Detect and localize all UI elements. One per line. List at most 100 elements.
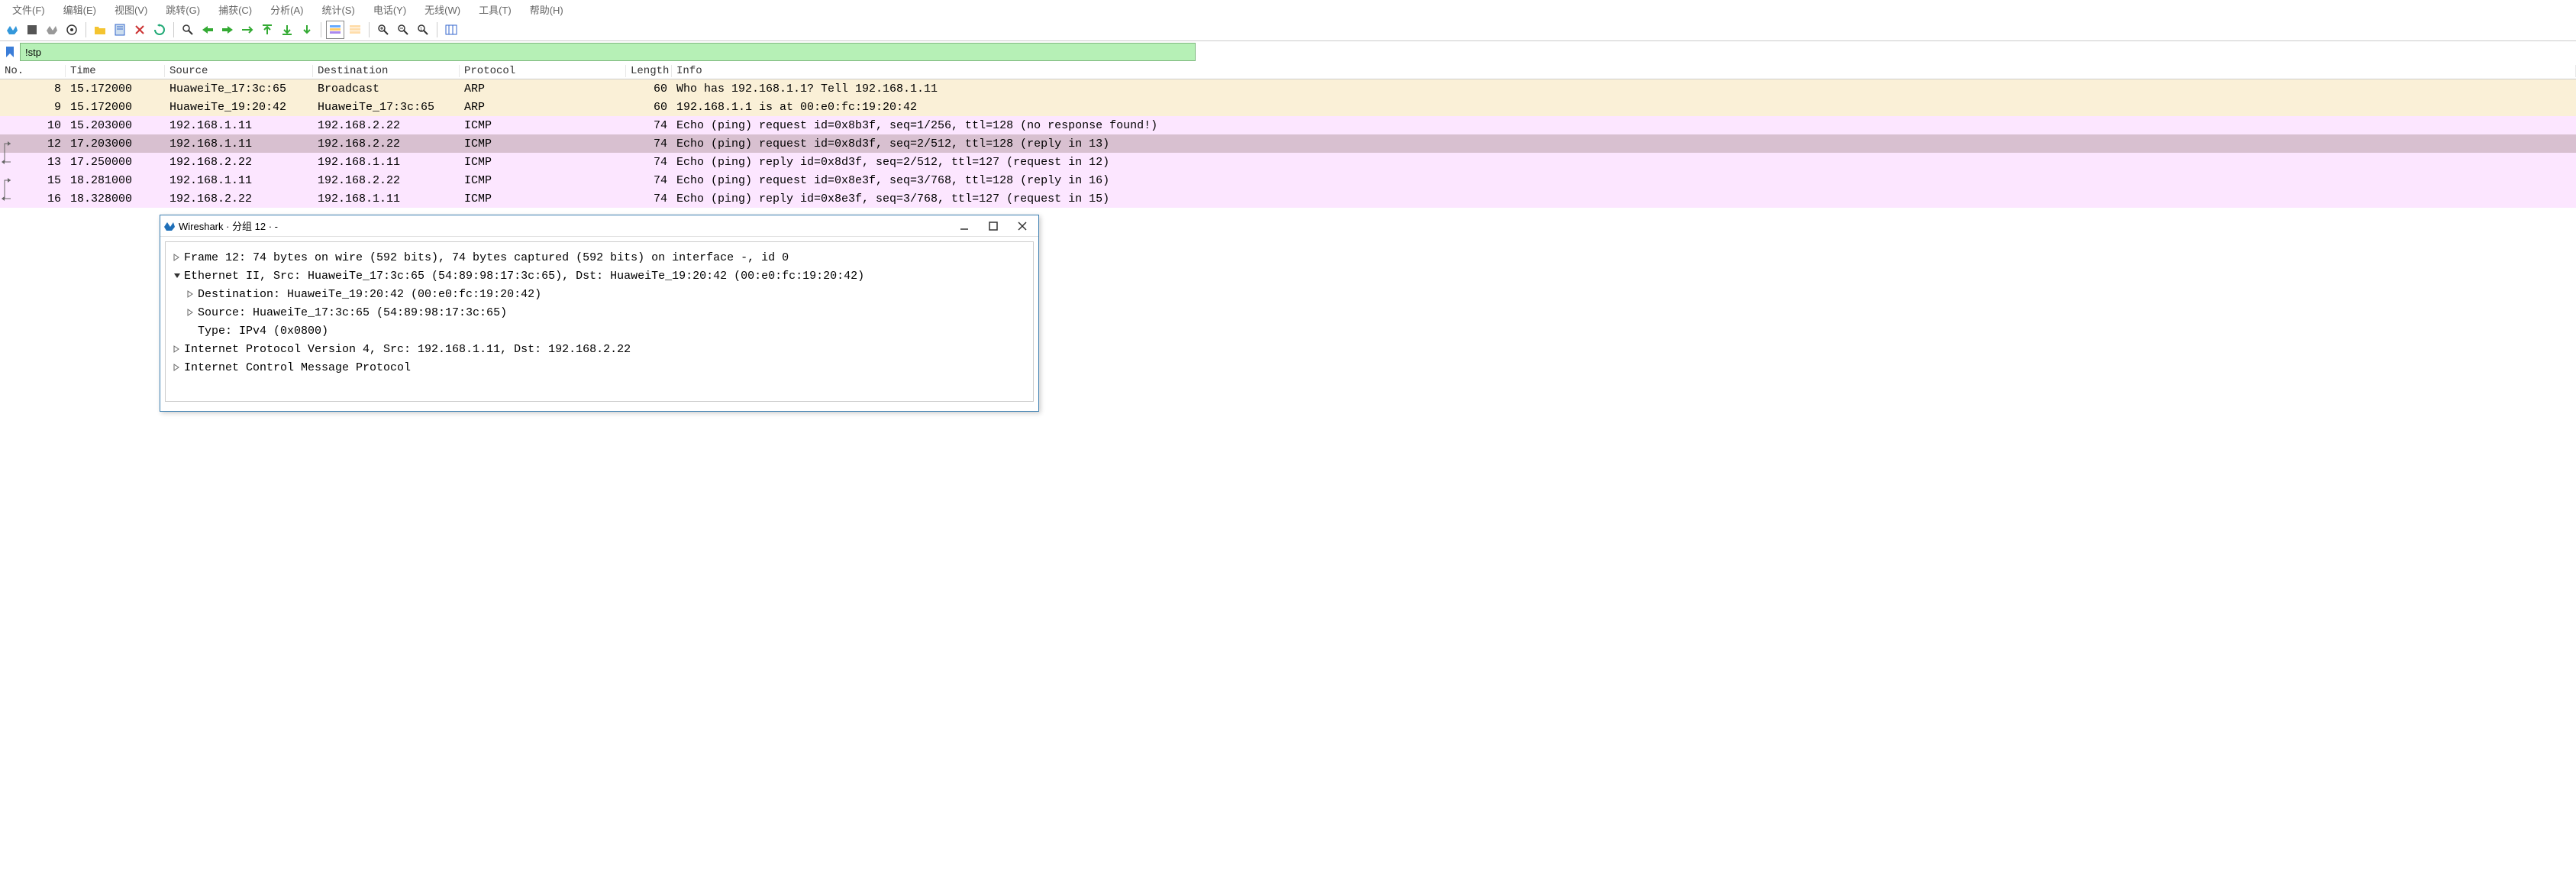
column-header-destination[interactable]: Destination	[313, 65, 460, 77]
menu-capture[interactable]: 捕获(C)	[211, 1, 260, 18]
menu-telephony[interactable]: 电话(Y)	[366, 1, 414, 18]
go-last-icon[interactable]	[278, 21, 296, 39]
no-arrow	[187, 326, 198, 335]
go-back-icon[interactable]	[199, 21, 217, 39]
packet-row[interactable]: 915.172000HuaweiTe_19:20:42HuaweiTe_17:3…	[0, 98, 2576, 116]
column-header-no[interactable]: No.	[0, 65, 66, 77]
cell-info: 192.168.1.1 is at 00:e0:fc:19:20:42	[672, 101, 2576, 114]
tree-item[interactable]: Internet Control Message Protocol	[169, 358, 1030, 377]
related-packet-icon	[0, 134, 17, 153]
tree-item[interactable]: Frame 12: 74 bytes on wire (592 bits), 7…	[169, 248, 1030, 267]
packet-row[interactable]: 1618.328000192.168.2.22192.168.1.11ICMP7…	[0, 189, 2576, 208]
menu-tools[interactable]: 工具(T)	[471, 1, 519, 18]
tree-item[interactable]: Internet Protocol Version 4, Src: 192.16…	[169, 340, 1030, 358]
cell-length: 74	[626, 119, 672, 132]
packet-row[interactable]: 1217.203000192.168.1.11192.168.2.22ICMP7…	[0, 134, 2576, 153]
tree-item[interactable]: Type: IPv4 (0x0800)	[169, 322, 1030, 340]
cell-protocol: ICMP	[460, 119, 626, 132]
menu-wireless[interactable]: 无线(W)	[417, 1, 468, 18]
colorize-icon[interactable]	[326, 21, 344, 39]
zoom-in-icon[interactable]	[374, 21, 392, 39]
expand-right-icon[interactable]	[173, 254, 184, 261]
cell-protocol: ICMP	[460, 174, 626, 187]
main-toolbar: 1	[0, 18, 2576, 41]
tree-item[interactable]: Ethernet II, Src: HuaweiTe_17:3c:65 (54:…	[169, 267, 1030, 285]
display-filter-input[interactable]	[20, 43, 1196, 61]
column-header-protocol[interactable]: Protocol	[460, 65, 626, 77]
cell-source: 192.168.1.11	[165, 137, 313, 150]
filter-bookmark-icon[interactable]	[3, 45, 17, 59]
restart-capture-icon[interactable]	[43, 21, 61, 39]
cell-protocol: ICMP	[460, 192, 626, 205]
cell-info: Echo (ping) reply id=0x8e3f, seq=3/768, …	[672, 192, 2576, 205]
related-packet-icon	[0, 79, 17, 98]
cell-source: HuaweiTe_17:3c:65	[165, 82, 313, 95]
auto-scroll-icon[interactable]	[298, 21, 316, 39]
cell-time: 15.172000	[66, 82, 165, 95]
cell-time: 17.250000	[66, 156, 165, 169]
save-file-icon[interactable]	[111, 21, 129, 39]
packet-details-titlebar[interactable]: Wireshark · 分组 12 · -	[160, 215, 1038, 237]
menu-analyze[interactable]: 分析(A)	[263, 1, 311, 18]
cell-length: 60	[626, 101, 672, 114]
column-header-time[interactable]: Time	[66, 65, 165, 77]
cell-source: 192.168.2.22	[165, 156, 313, 169]
minimize-button[interactable]	[953, 218, 976, 234]
cell-time: 15.203000	[66, 119, 165, 132]
cell-time: 15.172000	[66, 101, 165, 114]
packet-row[interactable]: 1015.203000192.168.1.11192.168.2.22ICMP7…	[0, 116, 2576, 134]
related-packet-icon	[0, 116, 17, 134]
menu-help[interactable]: 帮助(H)	[522, 1, 571, 18]
go-first-icon[interactable]	[258, 21, 276, 39]
cell-source: HuaweiTe_19:20:42	[165, 101, 313, 114]
menu-statistics[interactable]: 统计(S)	[314, 1, 362, 18]
packet-row[interactable]: 815.172000HuaweiTe_17:3c:65BroadcastARP6…	[0, 79, 2576, 98]
cell-info: Echo (ping) request id=0x8e3f, seq=3/768…	[672, 174, 2576, 187]
cell-source: 192.168.2.22	[165, 192, 313, 205]
tree-item-label: Destination: HuaweiTe_19:20:42 (00:e0:fc…	[198, 288, 541, 301]
start-capture-icon[interactable]	[3, 21, 21, 39]
menu-go[interactable]: 跳转(G)	[158, 1, 208, 18]
maximize-button[interactable]	[982, 218, 1005, 234]
resize-columns-icon[interactable]	[442, 21, 460, 39]
tree-item[interactable]: Destination: HuaweiTe_19:20:42 (00:e0:fc…	[169, 285, 1030, 303]
zoom-reset-icon[interactable]: 1	[414, 21, 432, 39]
tree-item[interactable]: Source: HuaweiTe_17:3c:65 (54:89:98:17:3…	[169, 303, 1030, 322]
cell-info: Echo (ping) request id=0x8b3f, seq=1/256…	[672, 119, 2576, 132]
cell-info: Echo (ping) reply id=0x8d3f, seq=2/512, …	[672, 156, 2576, 169]
expand-right-icon[interactable]	[173, 364, 184, 371]
expand-right-icon[interactable]	[173, 345, 184, 353]
reload-icon[interactable]	[150, 21, 169, 39]
cell-protocol: ICMP	[460, 137, 626, 150]
related-packet-icon	[0, 171, 17, 189]
column-header-source[interactable]: Source	[165, 65, 313, 77]
capture-options-icon[interactable]	[63, 21, 81, 39]
close-button[interactable]	[1011, 218, 1034, 234]
related-packet-icon	[0, 189, 17, 208]
cell-source: 192.168.1.11	[165, 119, 313, 132]
column-header-info[interactable]: Info	[672, 65, 2576, 77]
expand-right-icon[interactable]	[187, 309, 198, 316]
find-packet-icon[interactable]	[179, 21, 197, 39]
packet-row[interactable]: 1518.281000192.168.1.11192.168.2.22ICMP7…	[0, 171, 2576, 189]
open-file-icon[interactable]	[91, 21, 109, 39]
auto-scroll-live-icon[interactable]	[346, 21, 364, 39]
cell-source: 192.168.1.11	[165, 174, 313, 187]
toolbar-separator	[369, 22, 370, 37]
expand-right-icon[interactable]	[187, 290, 198, 298]
menu-bar: 文件(F) 编辑(E) 视图(V) 跳转(G) 捕获(C) 分析(A) 统计(S…	[0, 0, 2576, 18]
menu-file[interactable]: 文件(F)	[5, 1, 53, 18]
packet-row[interactable]: 1317.250000192.168.2.22192.168.1.11ICMP7…	[0, 153, 2576, 171]
toolbar-separator	[173, 22, 174, 37]
go-forward-icon[interactable]	[218, 21, 237, 39]
menu-view[interactable]: 视图(V)	[107, 1, 155, 18]
cell-destination: HuaweiTe_17:3c:65	[313, 101, 460, 114]
zoom-out-icon[interactable]	[394, 21, 412, 39]
expand-down-icon[interactable]	[173, 273, 184, 279]
stop-capture-icon[interactable]	[23, 21, 41, 39]
go-to-packet-icon[interactable]	[238, 21, 257, 39]
menu-edit[interactable]: 编辑(E)	[56, 1, 104, 18]
close-file-icon[interactable]	[131, 21, 149, 39]
cell-protocol: ICMP	[460, 156, 626, 169]
column-header-length[interactable]: Length	[626, 65, 672, 77]
